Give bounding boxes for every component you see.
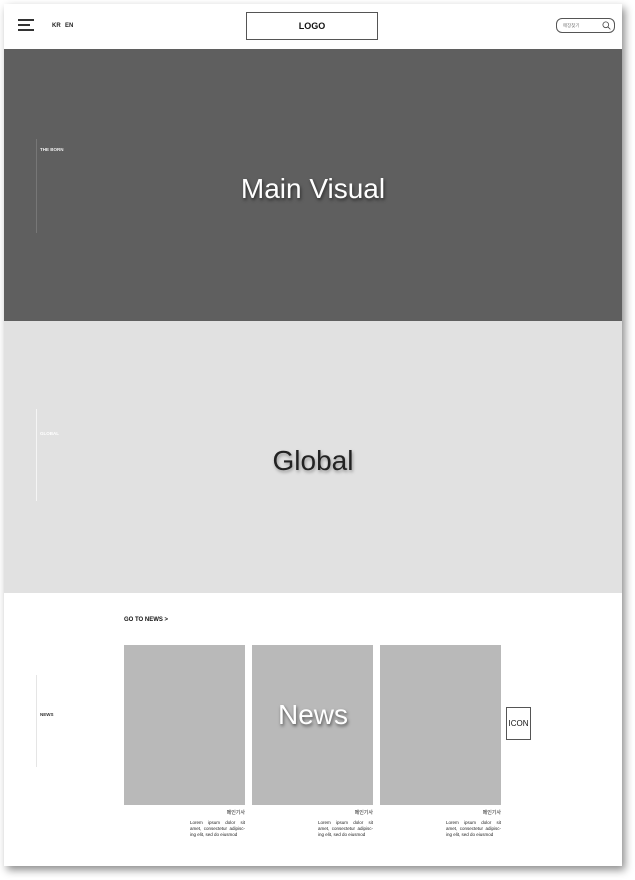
news-card-desc: Lorem ipsum dolor sit amet, consectetur … xyxy=(446,820,501,837)
news-card-title[interactable]: 메인기사 xyxy=(252,809,373,816)
news-card-desc: Lorem ipsum dolor sit amet, consectetur … xyxy=(318,820,373,837)
header: KR EN LOGO xyxy=(4,4,622,49)
news-card-title[interactable]: 메인기사 xyxy=(124,809,245,816)
news-card-title[interactable]: 메인기사 xyxy=(380,809,501,816)
main-visual-title: Main Visual xyxy=(240,173,386,204)
page-frame: KR EN LOGO THE BORN Main Visual GLOBAL G… xyxy=(4,4,622,866)
lang-en-link[interactable]: EN xyxy=(65,23,73,29)
main-visual-section: THE BORN Main Visual xyxy=(4,49,622,321)
global-section: GLOBAL Global xyxy=(4,321,622,593)
icon-button[interactable]: ICON xyxy=(506,707,531,740)
news-section: NEWS GO TO NEWS > News ICON 메인기사 Lorem i… xyxy=(4,593,622,866)
lang-kr-link[interactable]: KR xyxy=(52,23,61,29)
news-card-desc: Lorem ipsum dolor sit amet, consectetur … xyxy=(190,820,245,837)
side-label-global: GLOBAL xyxy=(40,431,59,436)
search-icon[interactable] xyxy=(602,21,611,30)
side-label-main: THE BORN xyxy=(40,147,64,152)
search-bar xyxy=(556,18,615,33)
global-title: Global xyxy=(272,445,354,476)
logo[interactable]: LOGO xyxy=(246,12,378,40)
menu-icon[interactable] xyxy=(18,19,34,32)
search-input[interactable] xyxy=(563,23,599,28)
go-to-news-link[interactable]: GO TO NEWS > xyxy=(124,617,168,623)
